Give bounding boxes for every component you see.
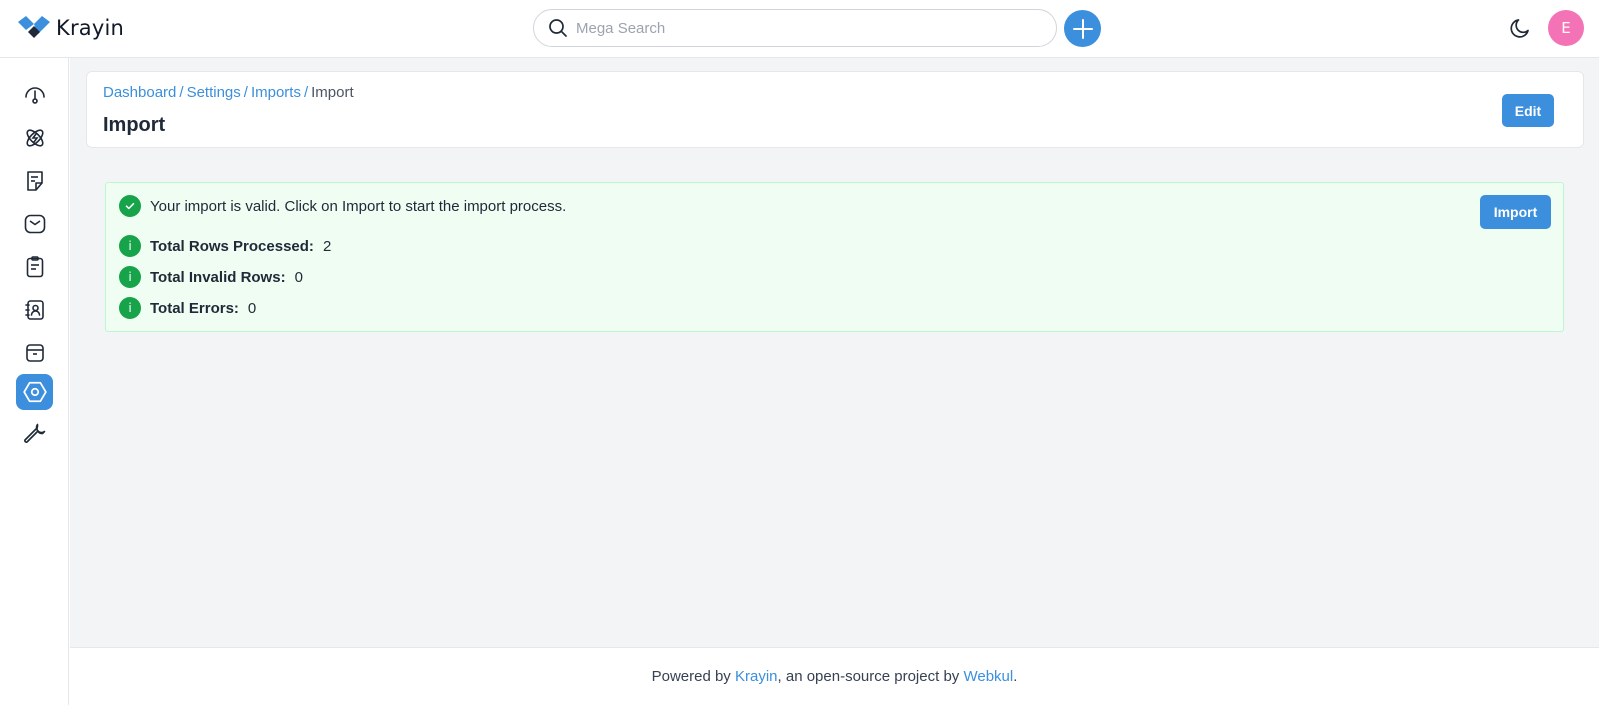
moon-icon (1510, 19, 1529, 38)
sidebar-item-mail[interactable] (16, 206, 53, 242)
import-button[interactable]: Import (1480, 195, 1551, 229)
stat-label: Total Rows Processed: (150, 237, 314, 255)
sidebar-item-configuration[interactable] (16, 416, 53, 452)
gauge-icon (24, 87, 45, 104)
logo-text: Krayin (56, 16, 125, 40)
validation-message-text: Your import is valid. Click on Import to… (150, 197, 567, 215)
footer-webkul-link[interactable]: Webkul (963, 668, 1013, 685)
avatar[interactable]: E (1548, 10, 1584, 46)
logo[interactable]: Krayin (18, 16, 124, 40)
breadcrumb-current: Import (311, 84, 354, 101)
info-icon: i (119, 235, 141, 257)
footer: Powered by Krayin, an open-source projec… (70, 647, 1599, 705)
page-title: Import (103, 114, 166, 136)
contact-book-icon (24, 300, 44, 320)
breadcrumb-settings[interactable]: Settings (187, 84, 241, 101)
stat-total-errors: i Total Errors: 0 (119, 297, 256, 319)
box-icon (25, 344, 44, 362)
edit-button[interactable]: Edit (1502, 94, 1554, 127)
clipboard-icon (26, 256, 43, 278)
sidebar-item-leads[interactable] (16, 120, 53, 156)
stat-value: 0 (247, 299, 257, 317)
stat-label: Total Invalid Rows: (150, 268, 286, 286)
stat-label: Total Errors: (150, 299, 239, 317)
breadcrumb: Dashboard / Settings / Imports / Import (103, 84, 354, 101)
settings-hex-icon (22, 381, 47, 403)
import-validation-result: Your import is valid. Click on Import to… (105, 182, 1564, 332)
breadcrumb-separator: / (303, 84, 309, 101)
info-icon: i (119, 266, 141, 288)
stat-value: 2 (322, 237, 332, 255)
stat-invalid-rows: i Total Invalid Rows: 0 (119, 266, 303, 288)
sidebar-item-quotes[interactable] (16, 163, 53, 199)
sidebar-item-contacts[interactable] (16, 292, 53, 328)
validation-message: Your import is valid. Click on Import to… (119, 195, 566, 217)
main-content: Dashboard / Settings / Imports / Import Import… (70, 58, 1599, 647)
krayin-logo-icon (18, 16, 50, 38)
stat-total-rows: i Total Rows Processed: 2 (119, 235, 331, 257)
check-icon (119, 195, 141, 217)
stat-value: 0 (294, 268, 303, 286)
sidebar-item-settings[interactable] (16, 374, 53, 410)
footer-prefix: Powered by (651, 668, 731, 685)
page-header: Dashboard / Settings / Imports / Import Import… (86, 71, 1584, 148)
sidebar-item-products[interactable] (16, 335, 53, 371)
atom-icon (25, 129, 44, 147)
breadcrumb-dashboard[interactable]: Dashboard (103, 84, 176, 101)
breadcrumb-imports[interactable]: Imports (251, 84, 301, 101)
breadcrumb-separator: / (243, 84, 248, 101)
sidebar (0, 58, 69, 705)
plus-icon (1072, 18, 1093, 39)
mega-search[interactable] (533, 9, 1057, 47)
footer-middle: , an open-source project by (777, 668, 960, 685)
sidebar-item-dashboard[interactable] (16, 77, 53, 113)
wrench-icon (23, 423, 45, 443)
note-icon (26, 171, 43, 191)
breadcrumb-separator: / (179, 84, 184, 101)
search-input[interactable] (576, 19, 1016, 37)
footer-suffix: . (1013, 668, 1018, 685)
dark-mode-toggle[interactable] (1507, 15, 1533, 41)
top-bar: Krayin E (0, 0, 1599, 58)
footer-krayin-link[interactable]: Krayin (735, 668, 778, 685)
search-icon (549, 19, 567, 37)
sidebar-item-activities[interactable] (16, 249, 53, 285)
quick-create-button[interactable] (1064, 10, 1101, 47)
info-icon: i (119, 297, 141, 319)
mail-icon (24, 214, 45, 234)
